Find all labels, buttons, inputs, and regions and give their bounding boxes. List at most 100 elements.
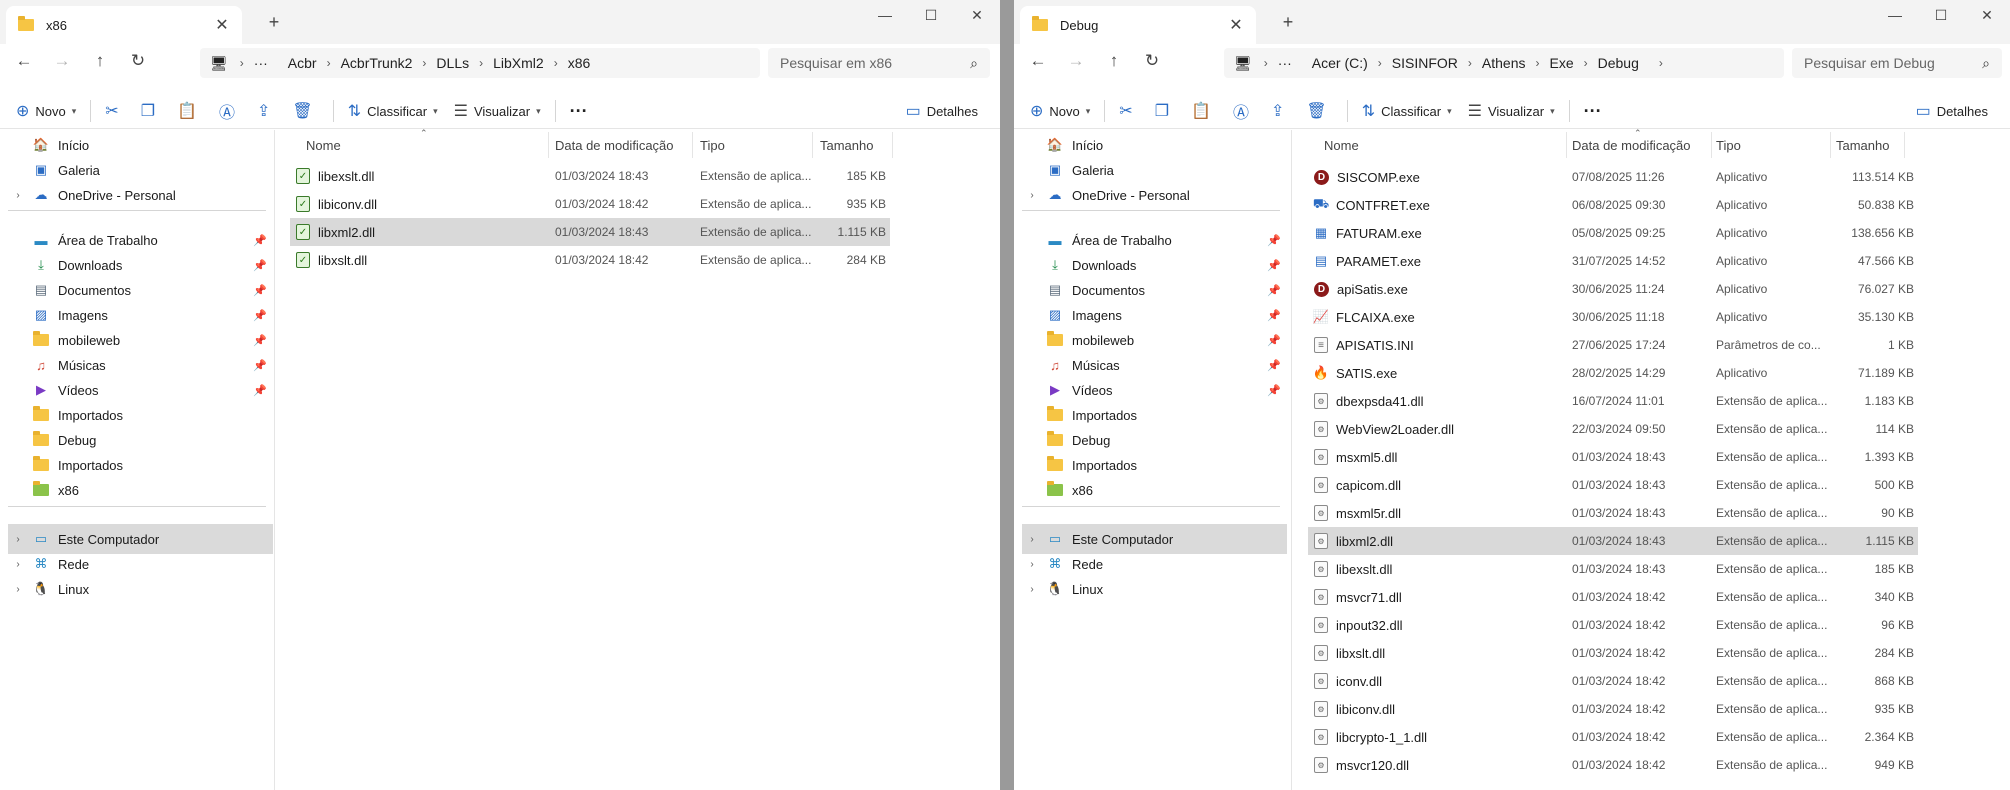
sidebar-item-linux[interactable]: › 🐧 Linux xyxy=(1022,574,1287,604)
column-header-date[interactable]: Data de modificação xyxy=(1572,130,1691,160)
file-row[interactable]: ✓ libiconv.dll 01/03/2024 18:42 Extensão de… xyxy=(290,190,890,218)
file-row[interactable]: ⚙ inpout32.dll 01/03/2024 18:42 Extensão de… xyxy=(1308,611,1918,639)
chevron-right-icon[interactable]: › xyxy=(8,534,28,545)
breadcrumb-item[interactable]: x86 xyxy=(568,55,591,71)
file-row[interactable]: ⚙ libxslt.dll 01/03/2024 18:42 Extensão de … xyxy=(1308,639,1918,667)
file-row[interactable]: ⚙ msxml5.dll 01/03/2024 18:43 Extensão de a… xyxy=(1308,443,1918,471)
new-button[interactable]: ⊕ Novo ▾ xyxy=(1022,96,1098,126)
breadcrumb-item[interactable]: AcbrTrunk2 xyxy=(341,55,413,71)
file-row[interactable]: DapiSatis.exe 30/06/2025 11:24 Aplicativo 7… xyxy=(1308,275,1918,303)
details-button[interactable]: ▭ Detalhes xyxy=(898,96,986,126)
new-tab-button[interactable]: + xyxy=(260,10,288,34)
paste-button[interactable]: 📋 xyxy=(1183,96,1225,126)
file-row[interactable]: 📈 FLCAIXA.exe 30/06/2025 11:18 Aplicativo 35… xyxy=(1308,303,1918,331)
refresh-button[interactable]: ↻ xyxy=(119,46,157,76)
up-button[interactable]: ↑ xyxy=(1095,46,1133,76)
close-tab-icon[interactable]: ✕ xyxy=(208,11,236,39)
file-row[interactable]: D SISCOMP.exe 07/08/2025 11:26 Aplicativo 11… xyxy=(1308,163,1918,191)
sidebar-item-x86[interactable]: x86 xyxy=(1022,475,1287,505)
sidebar-item-linux[interactable]: › 🐧 Linux xyxy=(8,574,273,604)
sidebar-item-onedrive-personal[interactable]: › ☁ OneDrive - Personal xyxy=(8,180,273,210)
view-button[interactable]: ☰ Visualizar ▾ xyxy=(446,96,549,126)
breadcrumb-item[interactable]: Acbr xyxy=(288,55,317,71)
new-button[interactable]: ⊕ Novo ▾ xyxy=(8,96,84,126)
file-row[interactable]: ▦ FATURAM.exe 05/08/2025 09:25 Aplicativo 13… xyxy=(1308,219,1918,247)
view-button[interactable]: ☰ Visualizar ▾ xyxy=(1460,96,1563,126)
chevron-right-icon[interactable]: › xyxy=(8,584,28,595)
cut-button[interactable]: ✂ xyxy=(97,96,132,126)
close-tab-icon[interactable]: ✕ xyxy=(1222,11,1250,39)
search-icon[interactable]: ⌕ xyxy=(970,55,978,72)
file-row[interactable]: ⛟ CONTFRET.exe 06/08/2025 09:30 Aplicativo 5… xyxy=(1308,191,1918,219)
breadcrumb-item[interactable]: SISINFOR xyxy=(1392,55,1458,71)
breadcrumb-item[interactable]: Athens xyxy=(1482,55,1526,71)
search-icon[interactable]: ⌕ xyxy=(1982,55,1990,72)
address-bar[interactable]: 🖥 › ··· Acer (C:) › SISINFOR › Athens › … xyxy=(1224,48,1784,78)
file-row[interactable]: ⚙ libiconv.dll 01/03/2024 18:42 Extensão de… xyxy=(1308,695,1918,723)
search-input[interactable]: Pesquisar em Debug ⌕ xyxy=(1792,48,2002,78)
refresh-button[interactable]: ↻ xyxy=(1133,46,1171,76)
more-options-button[interactable]: ··· xyxy=(1576,96,1610,126)
file-row[interactable]: ⚙ iconv.dll 01/03/2024 18:42 Extensão de ap… xyxy=(1308,667,1918,695)
chevron-right-icon[interactable]: › xyxy=(1022,559,1042,570)
copy-button[interactable]: ❐ xyxy=(1147,96,1183,126)
new-tab-button[interactable]: + xyxy=(1274,10,1302,34)
forward-button[interactable]: → xyxy=(43,46,81,76)
minimize-button[interactable]: — xyxy=(1872,0,1918,30)
chevron-right-icon[interactable]: › xyxy=(1022,534,1042,545)
column-header-name[interactable]: Nome xyxy=(1324,130,1359,160)
back-button[interactable]: ← xyxy=(1019,46,1057,76)
maximize-button[interactable]: ☐ xyxy=(1918,0,1964,30)
copy-button[interactable]: ❐ xyxy=(133,96,169,126)
file-row[interactable]: ⚙ libexslt.dll 01/03/2024 18:43 Extensão de… xyxy=(1308,555,1918,583)
minimize-button[interactable]: — xyxy=(862,0,908,30)
column-header-size[interactable]: Tamanho xyxy=(820,130,873,160)
sidebar-item-onedrive-personal[interactable]: › ☁ OneDrive - Personal xyxy=(1022,180,1287,210)
chevron-right-icon[interactable]: › xyxy=(1022,190,1042,201)
search-input[interactable]: Pesquisar em x86 ⌕ xyxy=(768,48,990,78)
details-button[interactable]: ▭ Detalhes xyxy=(1908,96,1996,126)
file-row[interactable]: ✓ libexslt.dll 01/03/2024 18:43 Extensão de… xyxy=(290,162,890,190)
tab-debug[interactable]: Debug ✕ xyxy=(1020,6,1256,44)
file-row[interactable]: ⚙ msvcr120.dll 01/03/2024 18:42 Extensão de… xyxy=(1308,751,1918,779)
share-button[interactable]: ⇪ xyxy=(1263,96,1298,126)
more-crumbs-icon[interactable]: ··· xyxy=(1278,55,1292,71)
up-button[interactable]: ↑ xyxy=(81,46,119,76)
file-row[interactable]: ⚙ libxml2.dll 01/03/2024 18:43 Extensão de … xyxy=(1308,527,1918,555)
file-row[interactable]: ⚙ capicom.dll 01/03/2024 18:43 Extensão de … xyxy=(1308,471,1918,499)
breadcrumb-item[interactable]: Debug xyxy=(1598,55,1639,71)
delete-button[interactable]: 🗑 xyxy=(1298,96,1340,126)
file-row[interactable]: ⚙ libcrypto-1_1.dll 01/03/2024 18:42 Extens… xyxy=(1308,723,1918,751)
file-row[interactable]: ⚙ msxml5r.dll 01/03/2024 18:43 Extensão de … xyxy=(1308,499,1918,527)
tab-x86[interactable]: x86 ✕ xyxy=(6,6,242,44)
breadcrumb-item[interactable]: Acer (C:) xyxy=(1312,55,1368,71)
column-header-type[interactable]: Tipo xyxy=(700,130,725,160)
delete-button[interactable]: 🗑 xyxy=(284,96,326,126)
forward-button[interactable]: → xyxy=(1057,46,1095,76)
rename-button[interactable]: Ⓐ xyxy=(211,96,249,126)
share-button[interactable]: ⇪ xyxy=(249,96,284,126)
more-options-button[interactable]: ··· xyxy=(562,96,596,126)
cut-button[interactable]: ✂ xyxy=(1111,96,1146,126)
sort-button[interactable]: ⇅ Classificar ▾ xyxy=(1354,96,1460,126)
file-row[interactable]: ✓ libxslt.dll 01/03/2024 18:42 Extensão de … xyxy=(290,246,890,274)
more-crumbs-icon[interactable]: ··· xyxy=(254,55,268,71)
rename-button[interactable]: Ⓐ xyxy=(1225,96,1263,126)
breadcrumb-item[interactable]: Exe xyxy=(1550,55,1574,71)
close-window-button[interactable]: ✕ xyxy=(1964,0,2010,30)
breadcrumb-item[interactable]: LibXml2 xyxy=(493,55,544,71)
column-header-name[interactable]: Nome xyxy=(306,130,341,160)
column-header-date[interactable]: Data de modificação xyxy=(555,130,674,160)
maximize-button[interactable]: ☐ xyxy=(908,0,954,30)
chevron-right-icon[interactable]: › xyxy=(8,190,28,201)
column-header-size[interactable]: Tamanho xyxy=(1836,130,1889,160)
sidebar-item-x86[interactable]: x86 xyxy=(8,475,273,505)
file-row[interactable]: ⚙ msvcr71.dll 01/03/2024 18:42 Extensão de … xyxy=(1308,583,1918,611)
file-row[interactable]: ⚙ WebView2Loader.dll 22/03/2024 09:50 Exten… xyxy=(1308,415,1918,443)
chevron-right-icon[interactable]: › xyxy=(8,559,28,570)
back-button[interactable]: ← xyxy=(5,46,43,76)
close-window-button[interactable]: ✕ xyxy=(954,0,1000,30)
file-row[interactable]: ▤ PARAMET.exe 31/07/2025 14:52 Aplicativo 47… xyxy=(1308,247,1918,275)
sort-button[interactable]: ⇅ Classificar ▾ xyxy=(340,96,446,126)
address-bar[interactable]: 🖥 › ··· Acbr › AcbrTrunk2 › DLLs › LibXm… xyxy=(200,48,760,78)
